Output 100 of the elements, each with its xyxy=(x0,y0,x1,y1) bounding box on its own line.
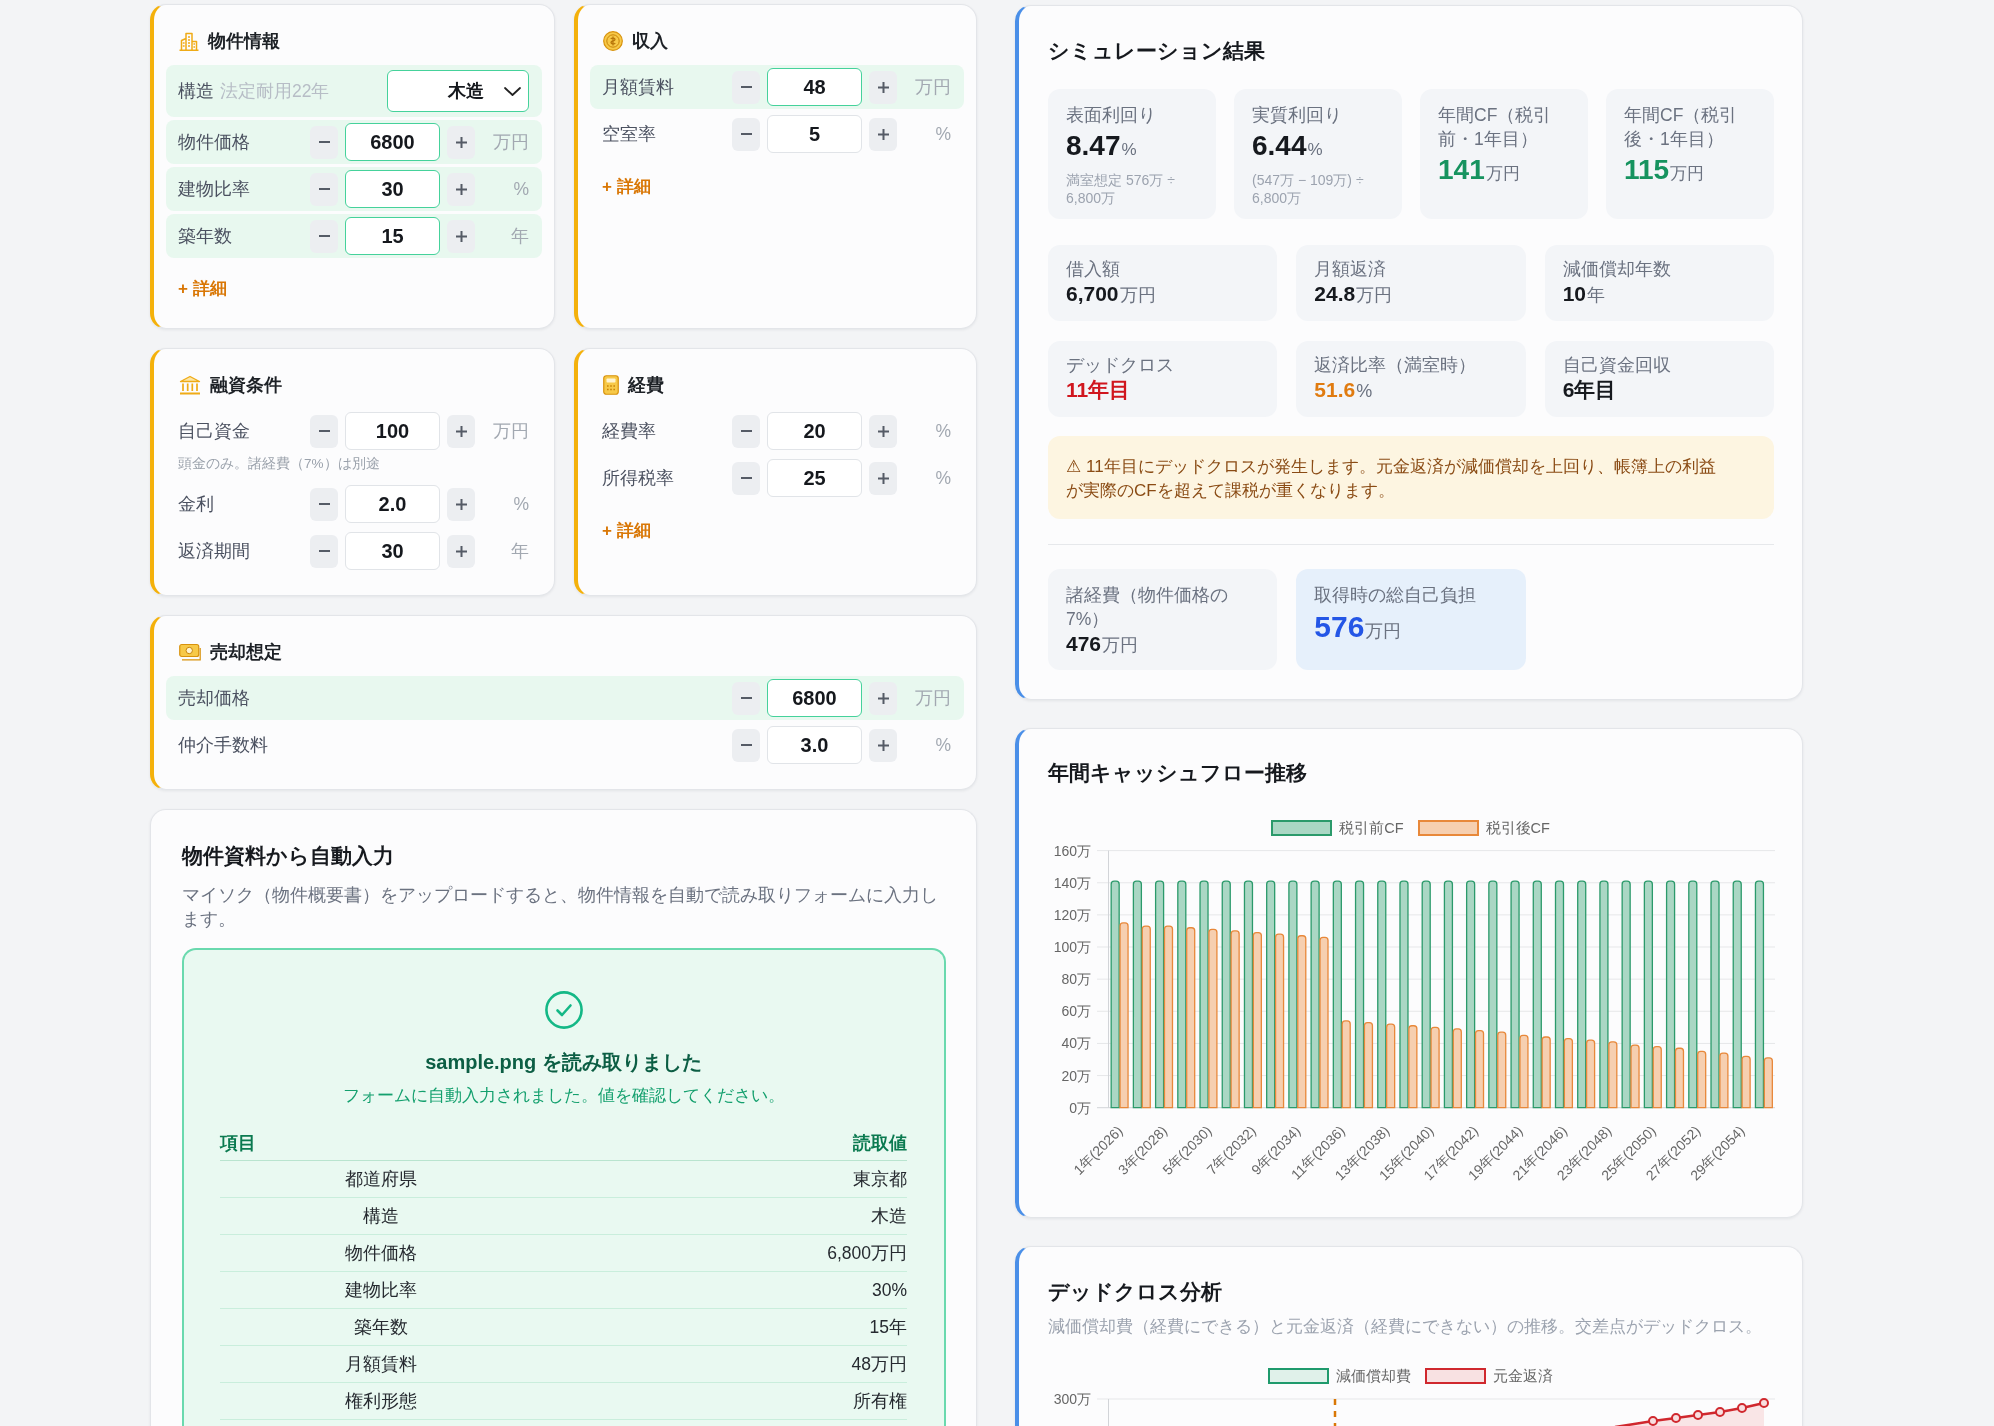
increment-button[interactable] xyxy=(447,125,475,159)
increment-button[interactable] xyxy=(869,728,897,762)
decrement-button[interactable] xyxy=(310,172,338,206)
number-input[interactable]: 3.0 xyxy=(767,726,862,764)
table-header-cell: 項目 xyxy=(220,1127,542,1161)
table-cell: 築年数 xyxy=(220,1309,542,1346)
y-axis-label: 300万 xyxy=(1053,1391,1091,1407)
field-label: 物件価格 xyxy=(178,131,251,154)
decrement-button[interactable] xyxy=(310,219,338,253)
minus-icon xyxy=(318,550,330,552)
decrement-button[interactable] xyxy=(310,414,338,448)
chart-description: 減価償却費（経費にできる）と元金返済（経費にできない）の推移。交差点がデッドクロス。 xyxy=(1048,1316,1763,1337)
table-cell: 所有権 xyxy=(542,1383,907,1420)
metric-unit: 万円 xyxy=(1485,164,1520,183)
number-input[interactable]: 30 xyxy=(345,170,440,208)
number-input[interactable]: 20 xyxy=(767,412,862,450)
metric-value: 6,700 xyxy=(1066,282,1119,305)
upload-dropzone[interactable]: sample.png を読み取りました フォームに自動入力されました。値を確認してください。 項目 読取値 都道府県 東京都 構造 木造 物件価格 6,800万円 建物比率 30% 築年数 15年 月額賃料 48万円 権利形態 所有権 xyxy=(182,948,946,1426)
increment-button[interactable] xyxy=(869,681,897,715)
unit-label: % xyxy=(512,493,529,515)
unit-label: 年 xyxy=(510,225,529,248)
minus-icon xyxy=(740,477,752,479)
card-title: 物件情報 xyxy=(208,30,280,53)
decrement-button[interactable] xyxy=(732,681,760,715)
number-input[interactable]: 30 xyxy=(345,532,440,570)
plus-icon xyxy=(877,128,889,140)
calculator-icon xyxy=(603,375,619,395)
metric-value: 10 xyxy=(1562,282,1586,305)
metric-value: 8.47 xyxy=(1066,130,1121,161)
select-dropdown[interactable]: 木造 xyxy=(387,70,529,112)
metric-unit: 万円 xyxy=(1119,285,1156,305)
check-circle-icon xyxy=(544,991,583,1029)
table-cell: 木造 xyxy=(542,1198,907,1235)
plus-icon xyxy=(877,425,889,437)
increment-button[interactable] xyxy=(447,172,475,206)
field-label: 建物比率 xyxy=(178,178,251,201)
field-label: 返済期間 xyxy=(178,540,251,563)
increment-button[interactable] xyxy=(869,70,897,104)
table-cell: 建物比率 xyxy=(220,1272,542,1309)
number-input[interactable]: 15 xyxy=(345,217,440,255)
metric-unit: % xyxy=(1356,381,1373,401)
metric-value: 115 xyxy=(1624,154,1670,185)
plus-icon xyxy=(877,739,889,751)
decrement-button[interactable] xyxy=(732,728,760,762)
decrement-button[interactable] xyxy=(310,125,338,159)
metric-label: 取得時の総自己負担 xyxy=(1314,584,1478,607)
decrement-button[interactable] xyxy=(732,461,760,495)
banknote-icon xyxy=(179,643,201,661)
card-title: 融資条件 xyxy=(210,374,282,397)
table-cell: 30% xyxy=(542,1272,907,1309)
minus-icon xyxy=(740,133,752,135)
unit-label: 万円 xyxy=(914,687,951,710)
y-axis-label: 120万 xyxy=(1053,906,1091,923)
number-input[interactable]: 48 xyxy=(767,68,862,106)
legend-label: 税引後CF xyxy=(1485,818,1550,838)
increment-button[interactable] xyxy=(447,414,475,448)
number-input[interactable]: 2.0 xyxy=(345,485,440,523)
plus-icon xyxy=(455,498,467,510)
data-point xyxy=(1693,1410,1703,1420)
table-cell: 48万円 xyxy=(542,1346,907,1383)
minus-icon xyxy=(740,430,752,432)
field-label: 月額賃料 xyxy=(602,76,675,99)
metric-label: 自己資金回収 xyxy=(1562,354,1672,377)
decrement-button[interactable] xyxy=(732,70,760,104)
number-input[interactable]: 100 xyxy=(345,412,440,450)
number-input[interactable]: 25 xyxy=(767,459,862,497)
unit-label: % xyxy=(934,467,951,489)
increment-button[interactable] xyxy=(869,414,897,448)
decrement-button[interactable] xyxy=(310,534,338,568)
decrement-button[interactable] xyxy=(310,487,338,521)
metric-value: 6年目 xyxy=(1562,378,1617,401)
metric-unit: % xyxy=(1121,140,1137,159)
chevron-down-icon xyxy=(504,86,521,96)
table-cell: 6,800万円 xyxy=(542,1235,907,1272)
minus-icon xyxy=(740,744,752,746)
card-title: 収入 xyxy=(632,30,668,53)
field-label: 構造 xyxy=(178,80,214,103)
data-point xyxy=(1715,1407,1725,1417)
increment-button[interactable] xyxy=(447,219,475,253)
minus-icon xyxy=(318,430,330,432)
field-label: 金利 xyxy=(178,493,215,516)
increment-button[interactable] xyxy=(447,487,475,521)
field-label: 自己資金 xyxy=(178,420,251,443)
increment-button[interactable] xyxy=(447,534,475,568)
metric-unit: 万円 xyxy=(1356,285,1393,305)
y-axis-label: 140万 xyxy=(1053,874,1091,891)
dead-cross-marker-line xyxy=(1333,1399,1337,1426)
increment-button[interactable] xyxy=(869,461,897,495)
number-input[interactable]: 6800 xyxy=(767,679,862,717)
y-axis-label: 80万 xyxy=(1061,971,1091,988)
metric-label: 減価償却年数 xyxy=(1562,258,1672,281)
number-input[interactable]: 6800 xyxy=(345,123,440,161)
legend-label: 税引前CF xyxy=(1339,818,1404,838)
decrement-button[interactable] xyxy=(732,414,760,448)
number-input[interactable]: 5 xyxy=(767,115,862,153)
decrement-button[interactable] xyxy=(732,117,760,151)
increment-button[interactable] xyxy=(869,117,897,151)
unit-label: 年 xyxy=(510,540,529,563)
metric-label: 返済比率（満室時） xyxy=(1314,354,1478,377)
metric-label: 諸経費（物件価格の7%） xyxy=(1066,584,1229,631)
